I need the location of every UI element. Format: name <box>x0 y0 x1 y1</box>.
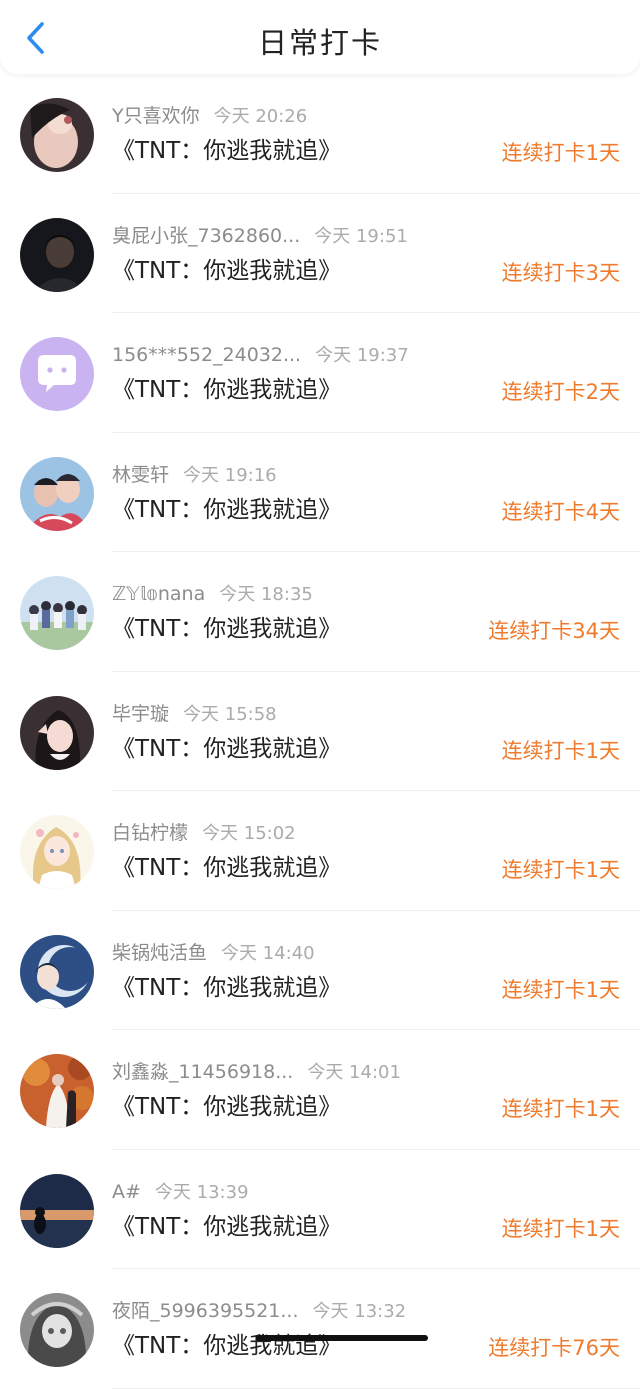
checkin-time: 今天 19:16 <box>183 464 277 486</box>
checkin-time: 今天 19:51 <box>314 225 408 247</box>
user-name[interactable]: Y只喜欢你 <box>112 105 200 127</box>
avatar[interactable] <box>20 1173 94 1248</box>
user-name[interactable]: 156***552_24032... <box>112 344 301 366</box>
checkin-row[interactable]: Y只喜欢你 今天 20:26 《TNT：你逃我就追》 连续打卡1天 <box>0 74 640 194</box>
streak-label: 连续打卡1天 <box>501 858 620 882</box>
book-title[interactable]: 《TNT：你逃我就追》 <box>112 973 341 1003</box>
book-title[interactable]: 《TNT：你逃我就追》 <box>112 495 341 525</box>
avatar[interactable] <box>20 456 94 531</box>
checkin-meta: A# 今天 13:39 <box>112 1180 249 1205</box>
user-name[interactable]: 柴锅炖活鱼 <box>112 942 207 964</box>
checkin-time: 今天 20:26 <box>213 106 308 127</box>
streak-label: 连续打卡1天 <box>501 738 620 763</box>
user-name[interactable]: 刘鑫淼_11456918... <box>112 1061 293 1083</box>
checkin-time: 今天 14:40 <box>221 942 315 964</box>
user-name[interactable]: 毕宇璇 <box>112 703 169 725</box>
streak-label: 连续打卡2天 <box>501 380 620 404</box>
streak-label: 连续打卡4天 <box>501 499 620 524</box>
checkin-time: 今天 19:37 <box>315 345 409 366</box>
checkin-meta: 156***552_24032... 今天 19:37 <box>112 343 409 368</box>
user-name[interactable]: A# <box>112 1181 141 1203</box>
checkin-row[interactable]: A# 今天 13:39 《TNT：你逃我就追》 连续打卡1天 <box>0 1150 640 1270</box>
avatar[interactable] <box>20 695 94 770</box>
book-title[interactable]: 《TNT：你逃我就追》 <box>112 734 341 764</box>
user-name[interactable]: 臭屁小张_7362860... <box>112 225 300 247</box>
page-title: 日常打卡 <box>257 26 382 60</box>
checkin-meta: 臭屁小张_7362860... 今天 19:51 <box>112 224 408 249</box>
checkin-row[interactable]: 白钻柠檬 今天 15:02 《TNT：你逃我就追》 连续打卡1天 <box>0 791 640 911</box>
checkin-row[interactable]: 臭屁小张_7362860... 今天 19:51 《TNT：你逃我就追》 连续打卡… <box>0 194 640 314</box>
checkin-meta: 夜陌_5996395521... 今天 13:32 <box>112 1299 406 1324</box>
book-title[interactable]: 《TNT：你逃我就追》 <box>112 256 341 286</box>
streak-label: 连续打卡3天 <box>501 260 620 285</box>
user-name[interactable]: ℤ𝕐𝕝𝕠nana <box>112 583 205 605</box>
streak-label: 连续打卡1天 <box>501 977 620 1002</box>
book-title[interactable]: 《TNT：你逃我就追》 <box>112 375 341 405</box>
checkin-meta: Y只喜欢你 今天 20:26 <box>112 104 307 129</box>
checkin-meta: 林雯轩 今天 19:16 <box>112 463 277 488</box>
avatar[interactable] <box>20 1054 94 1128</box>
checkin-row[interactable]: 毕宇璇 今天 15:58 《TNT：你逃我就追》 连续打卡1天 <box>0 672 640 792</box>
streak-label: 连续打卡34天 <box>488 619 620 643</box>
checkin-time: 今天 15:58 <box>183 703 277 725</box>
user-name[interactable]: 林雯轩 <box>112 464 169 486</box>
avatar[interactable] <box>20 934 94 1009</box>
checkin-time: 今天 13:32 <box>312 1301 407 1322</box>
user-name[interactable]: 夜陌_5996395521... <box>112 1300 299 1322</box>
user-name[interactable]: 白钻柠檬 <box>112 822 188 844</box>
top-bar: 日常打卡 <box>0 0 640 74</box>
checkin-row[interactable]: 林雯轩 今天 19:16 《TNT：你逃我就追》 连续打卡4天 <box>0 433 640 553</box>
checkin-meta: 白钻柠檬 今天 15:02 <box>112 821 296 846</box>
book-title[interactable]: 《TNT：你逃我就追》 <box>112 136 341 166</box>
avatar[interactable] <box>20 576 94 650</box>
checkin-row[interactable]: 夜陌_5996395521... 今天 13:32 《TNT：你逃我就追》 连续打… <box>0 1269 640 1389</box>
checkin-meta: 柴锅炖活鱼 今天 14:40 <box>112 941 315 966</box>
avatar[interactable] <box>20 98 94 172</box>
avatar[interactable] <box>20 337 94 411</box>
checkin-time: 今天 13:39 <box>154 1181 249 1203</box>
avatar[interactable] <box>20 217 94 292</box>
checkin-row[interactable]: ℤ𝕐𝕝𝕠nana 今天 18:35 《TNT：你逃我就追》 连续打卡34天 <box>0 552 640 672</box>
checkin-meta: 刘鑫淼_11456918... 今天 14:01 <box>112 1060 401 1085</box>
checkin-time: 今天 14:01 <box>307 1062 401 1083</box>
checkin-meta: 毕宇璇 今天 15:58 <box>112 702 277 727</box>
checkin-time: 今天 18:35 <box>219 584 313 605</box>
streak-label: 连续打卡76天 <box>488 1336 620 1360</box>
streak-label: 连续打卡1天 <box>501 1097 620 1121</box>
checkin-row[interactable]: 156***552_24032... 今天 19:37 《TNT：你逃我就追》 连… <box>0 313 640 433</box>
checkin-row[interactable]: 刘鑫淼_11456918... 今天 14:01 《TNT：你逃我就追》 连续打卡… <box>0 1030 640 1150</box>
avatar[interactable] <box>20 815 94 889</box>
checkin-meta: ℤ𝕐𝕝𝕠nana 今天 18:35 <box>112 582 313 607</box>
home-indicator[interactable] <box>256 1335 428 1341</box>
checkin-time: 今天 15:02 <box>202 823 296 844</box>
book-title[interactable]: 《TNT：你逃我就追》 <box>112 1212 341 1242</box>
checkin-list: Y只喜欢你 今天 20:26 《TNT：你逃我就追》 连续打卡1天 臭屁小张_73… <box>0 74 640 1389</box>
avatar[interactable] <box>20 1293 94 1367</box>
checkin-row[interactable]: 柴锅炖活鱼 今天 14:40 《TNT：你逃我就追》 连续打卡1天 <box>0 911 640 1031</box>
book-title[interactable]: 《TNT：你逃我就追》 <box>112 853 341 883</box>
streak-label: 连续打卡1天 <box>501 1216 620 1241</box>
streak-label: 连续打卡1天 <box>501 141 620 165</box>
book-title[interactable]: 《TNT：你逃我就追》 <box>112 1092 341 1122</box>
book-title[interactable]: 《TNT：你逃我就追》 <box>112 614 341 644</box>
